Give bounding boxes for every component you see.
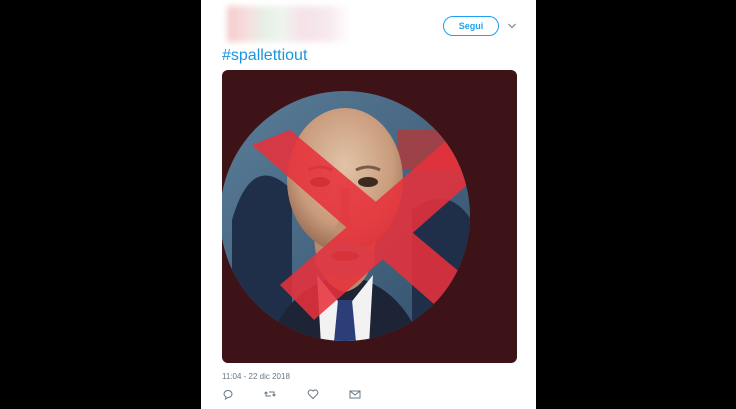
chevron-down-icon[interactable] [507, 21, 517, 31]
envelope-icon[interactable] [349, 388, 361, 400]
reply-icon[interactable] [222, 388, 234, 400]
follow-button[interactable]: Segui [443, 16, 499, 36]
retweet-icon[interactable] [264, 388, 276, 400]
hashtag-link[interactable]: #spallettiout [222, 47, 307, 65]
tweet-actions [222, 388, 382, 402]
tweet-card: Segui #spallettiout 11:04 - 22 dic 2018 [201, 0, 536, 409]
tweet-timestamp[interactable]: 11:04 - 22 dic 2018 [222, 372, 290, 381]
crossed-out-portrait [222, 91, 470, 341]
tweet-photo[interactable] [222, 70, 517, 363]
heart-icon[interactable] [307, 388, 319, 400]
blurred-author-name [227, 6, 351, 42]
